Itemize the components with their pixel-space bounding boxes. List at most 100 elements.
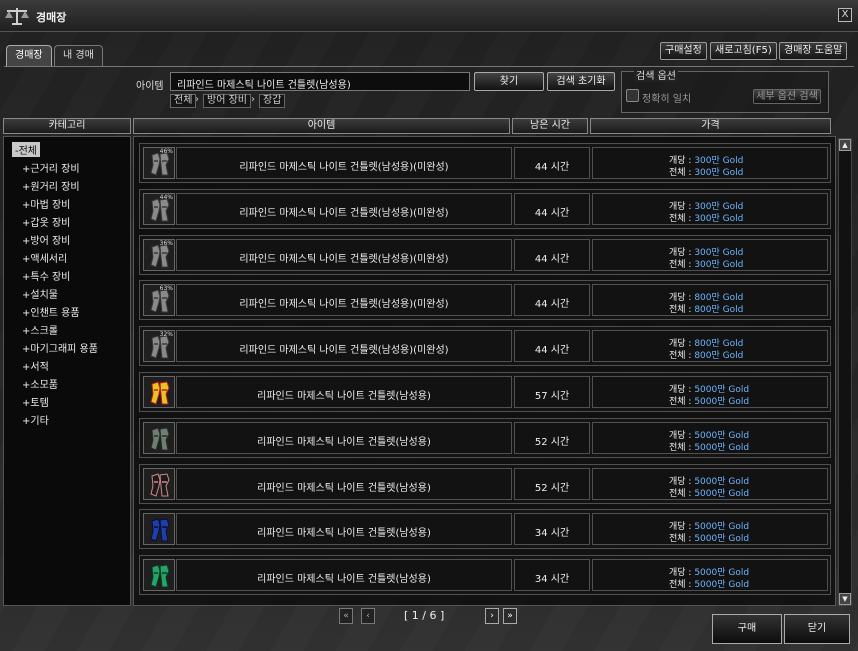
time-left: 52 시간 — [534, 482, 570, 494]
buy-button[interactable]: 구매 — [712, 614, 782, 644]
completion-percent: 46% — [159, 148, 173, 155]
total-price-label: 전체 : — [669, 168, 695, 178]
tab-auction[interactable]: 경매장 — [6, 45, 52, 66]
item-name: 리파인드 마제스틱 나이트 건틀렛(남성용)(미완성) — [239, 299, 449, 311]
category-item[interactable]: +원거리 장비 — [22, 178, 80, 193]
first-page-button[interactable]: « — [339, 608, 353, 624]
item-name-cell: 리파인드 마제스틱 나이트 건틀렛(남성용) — [176, 376, 512, 408]
table-row[interactable]: 리파인드 마제스틱 나이트 건틀렛(남성용) 52 시간 개당 : 5000만 … — [139, 417, 831, 458]
category-item[interactable]: +액세서리 — [22, 250, 67, 265]
time-left: 44 시간 — [534, 299, 570, 311]
item-name-cell: 리파인드 마제스틱 나이트 건틀렛(남성용) — [176, 421, 512, 454]
purchase-settings-button[interactable]: 구매설정 — [660, 42, 707, 60]
window-title: 경매장 — [36, 11, 67, 24]
category-item[interactable]: +소모품 — [22, 376, 58, 391]
total-price-line: 전체 : 300만 Gold — [669, 257, 743, 270]
close-window-button[interactable]: X — [838, 8, 852, 22]
item-name-cell: 리파인드 마제스틱 나이트 건틀렛(남성용)(미완성) — [176, 330, 512, 363]
category-item[interactable]: +기타 — [22, 412, 49, 427]
total-price-label: 전체 : — [669, 213, 695, 224]
table-row[interactable]: 36% 리파인드 마제스틱 나이트 건틀렛(남성용)(미완성) 44 시간 개당… — [139, 234, 831, 275]
item-name-cell: 리파인드 마제스틱 나이트 건틀렛(남성용)(미완성) — [176, 192, 512, 225]
reset-search-button[interactable]: 검색 초기화 — [547, 72, 615, 91]
list-scrollbar[interactable]: ▲ ▼ — [838, 138, 852, 606]
exact-match-label: 정확히 일치 — [642, 94, 692, 105]
scroll-down-button[interactable]: ▼ — [839, 593, 851, 605]
total-price: 5000만 Gold — [694, 580, 750, 591]
exact-match-checkbox[interactable] — [626, 89, 639, 102]
category-item[interactable]: +설치물 — [22, 286, 58, 301]
total-price: 300만 Gold — [694, 259, 744, 270]
item-column-header[interactable]: 아이템 — [133, 118, 510, 134]
category-item[interactable]: +서적 — [22, 358, 49, 373]
price-cell: 개당 : 300만 Gold 전체 : 300만 Gold — [592, 238, 828, 271]
total-price-line: 전체 : 5000만 Gold — [669, 486, 749, 499]
category-item[interactable]: +방어 장비 — [22, 232, 70, 247]
completion-percent: 36% — [159, 239, 173, 247]
table-row[interactable]: 리파인드 마제스틱 나이트 건틀렛(남성용) 57 시간 개당 : 5000만 … — [139, 372, 831, 412]
category-item[interactable]: +토템 — [22, 394, 49, 409]
chevron-right-icon: › — [195, 94, 199, 105]
price-cell: 개당 : 5000만 Gold 전체 : 5000만 Gold — [592, 513, 828, 546]
last-page-button[interactable]: » — [503, 608, 517, 624]
gauntlet-icon: 46% — [143, 147, 175, 179]
next-page-button[interactable]: › — [485, 608, 499, 624]
price-column-header[interactable]: 가격 — [590, 118, 831, 134]
price-cell: 개당 : 800만 Gold 전체 : 800만 Gold — [592, 284, 828, 317]
total-price: 300만 Gold — [694, 168, 744, 178]
table-row[interactable]: 63% 리파인드 마제스틱 나이트 건틀렛(남성용)(미완성) 44 시간 개당… — [139, 280, 831, 321]
gauntlet-icon — [143, 421, 175, 454]
item-name: 리파인드 마제스틱 나이트 건틀렛(남성용)(미완성) — [239, 253, 449, 265]
total-price-line: 전체 : 300만 Gold — [669, 165, 743, 178]
time-left: 34 시간 — [534, 528, 570, 540]
breadcrumb-gloves[interactable]: 장갑 — [259, 94, 286, 108]
total-price: 800만 Gold — [694, 351, 744, 362]
total-price: 5000만 Gold — [694, 442, 750, 453]
prev-page-button[interactable]: ‹ — [361, 608, 375, 624]
item-name-cell: 리파인드 마제스틱 나이트 건틀렛(남성용) — [176, 467, 512, 500]
category-item[interactable]: +스크롤 — [22, 322, 58, 337]
total-price-label: 전체 : — [669, 488, 695, 499]
category-item[interactable]: +마법 장비 — [22, 196, 70, 211]
gauntlet-icon: 32% — [143, 330, 175, 363]
item-name: 리파인드 마제스틱 나이트 건틀렛(남성용) — [257, 482, 431, 494]
item-name-cell: 리파인드 마제스틱 나이트 건틀렛(남성용) — [176, 559, 512, 592]
category-item[interactable]: +마기그래피 용품 — [22, 340, 98, 355]
breadcrumb-all[interactable]: 전체 — [170, 94, 197, 108]
close-button[interactable]: 닫기 — [784, 614, 850, 644]
total-price-label: 전체 : — [669, 397, 695, 407]
category-item[interactable]: +인챈트 용품 — [22, 304, 80, 319]
table-row[interactable]: 리파인드 마제스틱 나이트 건틀렛(남성용) 34 시간 개당 : 5000만 … — [139, 555, 831, 596]
gauntlet-icon — [143, 559, 175, 592]
time-left-cell: 34 시간 — [514, 559, 590, 592]
time-left-cell: 44 시간 — [514, 284, 590, 317]
detail-options-search-button[interactable]: 세부 옵션 검색 — [753, 89, 821, 104]
refresh-button[interactable]: 새로고침(F5) — [710, 42, 777, 60]
find-button[interactable]: 찾기 — [474, 72, 544, 91]
table-row[interactable]: 리파인드 마제스틱 나이트 건틀렛(남성용) 52 시간 개당 : 5000만 … — [139, 463, 831, 504]
table-row[interactable]: 리파인드 마제스틱 나이트 건틀렛(남성용) 34 시간 개당 : 5000만 … — [139, 509, 831, 550]
table-row[interactable]: 32% 리파인드 마제스틱 나이트 건틀렛(남성용)(미완성) 44 시간 개당… — [139, 326, 831, 367]
auction-help-button[interactable]: 경매장 도움말 — [779, 42, 848, 60]
total-price-label: 전체 : — [669, 305, 695, 316]
scroll-up-button[interactable]: ▲ — [839, 139, 851, 151]
breadcrumb-armor[interactable]: 방어 장비 — [203, 94, 251, 108]
scale-icon — [5, 8, 29, 25]
total-price-label: 전체 : — [669, 351, 695, 362]
category-item[interactable]: +근거리 장비 — [22, 160, 80, 175]
total-price-line: 전체 : 800만 Gold — [669, 302, 743, 315]
category-item[interactable]: -전체 — [12, 142, 41, 157]
category-item[interactable]: +특수 장비 — [22, 268, 70, 283]
gauntlet-icon — [143, 376, 175, 408]
tab-my-auction[interactable]: 내 경매 — [54, 45, 103, 66]
price-cell: 개당 : 5000만 Gold 전체 : 5000만 Gold — [592, 421, 828, 454]
category-item[interactable]: +갑옷 장비 — [22, 214, 70, 229]
table-row[interactable]: 46% 리파인드 마제스틱 나이트 건틀렛(남성용)(미완성) 44 시간 개당… — [139, 143, 831, 183]
total-price-line: 전체 : 5000만 Gold — [669, 577, 749, 590]
total-price-label: 전체 : — [669, 442, 695, 453]
table-row[interactable]: 44% 리파인드 마제스틱 나이트 건틀렛(남성용)(미완성) 44 시간 개당… — [139, 188, 831, 229]
item-name: 리파인드 마제스틱 나이트 건틀렛(남성용) — [257, 574, 431, 586]
price-cell: 개당 : 300만 Gold 전체 : 300만 Gold — [592, 147, 828, 179]
item-search-input[interactable]: 리파인드 마제스틱 나이트 건틀렛(남성용) — [170, 72, 470, 91]
time-left-column-header[interactable]: 남은 시간 — [512, 118, 588, 134]
